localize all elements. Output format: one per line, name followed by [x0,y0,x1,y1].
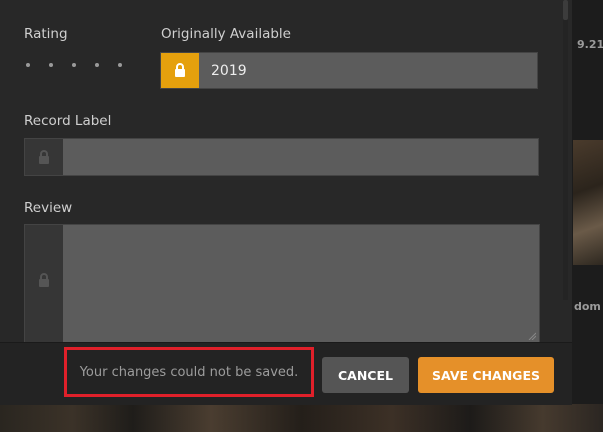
error-message: Your changes could not be saved. [79,364,299,380]
background-thumbnail-row [0,404,603,432]
scrollbar-thumb[interactable] [563,0,568,20]
save-changes-button[interactable]: SAVE CHANGES [418,357,554,393]
background-text-date: 9.21 [577,38,603,51]
error-message-box: Your changes could not be saved. [64,347,314,397]
background-thumbnail [573,140,603,265]
rating-star-2[interactable] [49,63,53,67]
review-label: Review [24,200,73,216]
originally-available-field [160,52,538,89]
resize-handle-icon[interactable] [528,332,536,340]
originally-available-label: Originally Available [161,26,291,42]
scrollbar-track[interactable] [563,0,568,300]
rating-stars[interactable] [26,63,122,67]
rating-star-1[interactable] [26,63,30,67]
record-label-field [24,138,539,176]
edit-album-modal: Rating Originally Available Record Label… [0,0,572,405]
lock-icon [39,149,49,164]
rating-star-3[interactable] [72,63,76,67]
record-label-input[interactable] [63,139,538,175]
record-label-label: Record Label [24,113,112,129]
lock-icon [175,63,185,77]
cancel-button[interactable]: CANCEL [322,357,409,393]
review-field [24,224,540,344]
rating-label: Rating [24,26,68,42]
review-textarea[interactable] [63,225,539,343]
rating-star-4[interactable] [95,63,99,67]
originally-available-input[interactable] [199,53,537,88]
lock-toggle-originally-available[interactable] [161,53,199,88]
background-text-label: dom [574,300,601,313]
rating-star-5[interactable] [118,63,122,67]
lock-icon [39,273,49,287]
lock-toggle-record-label[interactable] [25,139,63,175]
lock-toggle-review[interactable] [25,225,63,343]
background-page: 9.21 dom [572,0,603,432]
